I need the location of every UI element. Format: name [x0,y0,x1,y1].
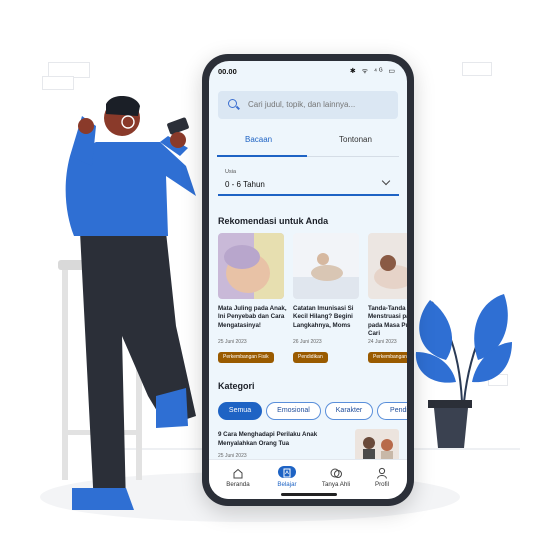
article-title: 9 Cara Menghadapi Perilaku Anak Menyalah… [218,431,318,447]
article-card[interactable]: Catatan Imunisasi Si Kecil Hilang? Begin… [293,233,363,373]
card-date: 24 Juni 2023 [368,339,397,345]
search-input[interactable] [248,100,388,109]
plant-illustration [415,294,512,448]
category-chip-semua[interactable]: Semua [218,402,262,420]
tab-bacaan[interactable]: Bacaan [245,135,272,144]
home-icon [229,466,247,479]
card-thumbnail-baby [218,233,284,299]
recommendations-title: Rekomendasi untuk Anda [218,216,329,226]
category-chip-karakter[interactable]: Karakter [325,402,373,420]
card-date: 25 Juni 2023 [218,339,247,345]
categories-title: Kategori [218,381,255,391]
search-icon [228,99,237,108]
nav-item-tanya-ahli[interactable]: Tanya Ahli [313,464,359,496]
card-thumbnail-immunization [293,233,359,299]
nav-item-profil[interactable]: Profil [359,464,405,496]
home-indicator[interactable] [281,493,337,496]
phone-frame: 00.00 ✱ ᯤ ⁴ᴳ ▭ Bacaan Tontonan Usia 0 - … [202,54,414,506]
chevron-down-icon [381,176,391,186]
card-title: Tanda-Tanda Menstruasi pada Anak pada Ma… [368,305,407,338]
app-screen: 00.00 ✱ ᯤ ⁴ᴳ ▭ Bacaan Tontonan Usia 0 - … [209,61,407,499]
age-filter-underline [218,194,399,196]
age-filter-value: 0 - 6 Tahun [225,180,265,189]
status-time: 00.00 [218,67,237,76]
status-icons: ✱ ᯤ ⁴ᴳ ▭ [349,68,397,75]
book-icon [278,466,296,478]
decor-block [462,62,492,76]
search-bar[interactable] [218,91,398,119]
card-title: Catatan Imunisasi Si Kecil Hilang? Begin… [293,305,354,329]
nav-item-beranda[interactable]: Beranda [215,464,261,496]
nav-label: Belajar [277,481,297,488]
content-tabs: Bacaan Tontonan [209,127,407,151]
card-date: 26 Juni 2023 [293,339,322,345]
tab-tontonan[interactable]: Tontonan [339,135,372,144]
status-bar: 00.00 ✱ ᯤ ⁴ᴳ ▭ [209,61,407,83]
article-thumbnail [355,429,399,463]
nav-label: Tanya Ahli [321,481,351,488]
person-illustration [65,96,197,510]
article-card[interactable]: Tanda-Tanda Menstruasi pada Anak pada Ma… [368,233,407,373]
decor-block [42,76,74,90]
active-tab-indicator [217,155,307,157]
nav-label: Profil [374,481,390,488]
category-chip-emosional[interactable]: Emosional [266,402,321,420]
nav-item-belajar[interactable]: Belajar [264,464,310,496]
card-title: Mata Juling pada Anak, Ini Penyebab dan … [218,305,287,329]
category-chip-pendidikan[interactable]: Pendi [377,402,407,420]
age-filter-label: Usia [225,169,237,175]
article-card[interactable]: Mata Juling pada Anak, Ini Penyebab dan … [218,233,288,373]
nav-label: Beranda [226,481,250,488]
card-thumbnail-teen [368,233,407,299]
category-badge: Pendidikan [293,352,328,363]
person-icon [373,466,391,479]
category-badge: Perkembangan [368,352,407,363]
category-badge: Perkembangan Fisik [218,352,274,363]
chat-icon [327,466,345,478]
